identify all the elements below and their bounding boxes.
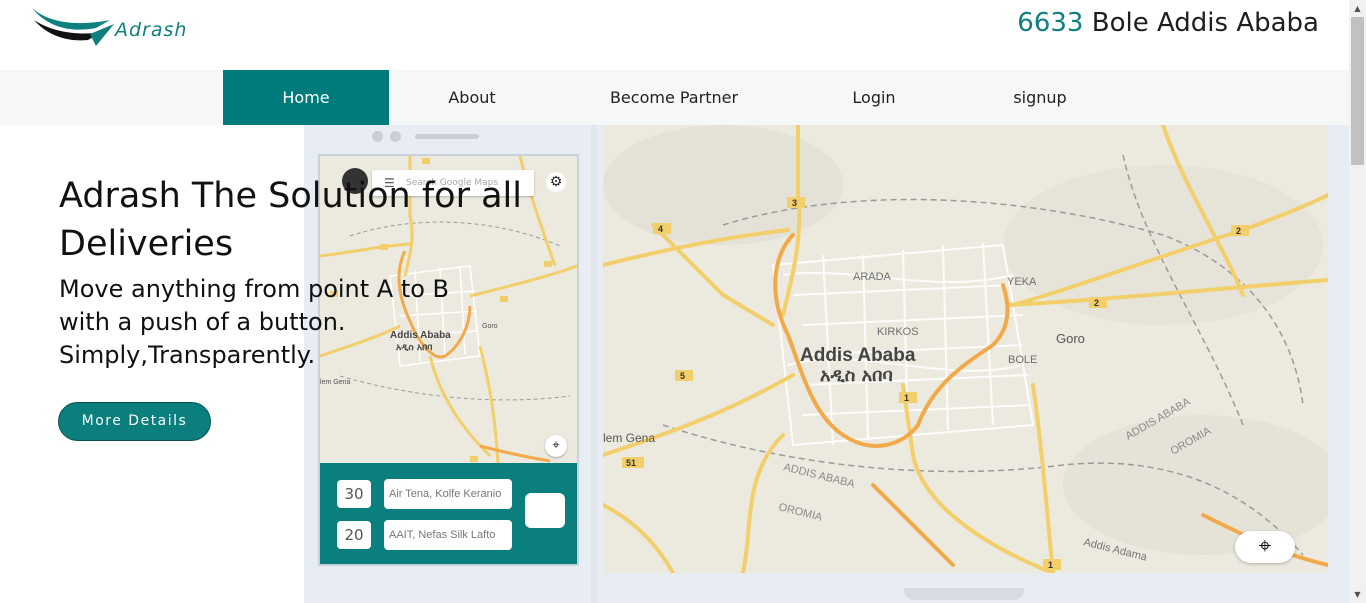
nav-about[interactable]: About — [389, 70, 555, 125]
more-details-button[interactable]: More Details — [58, 402, 211, 441]
main-navbar: Home About Become Partner Login signup — [0, 70, 1349, 125]
crosshair-icon: ⌖ — [552, 438, 560, 453]
device-speaker — [415, 134, 479, 139]
svg-text:51: 51 — [626, 458, 636, 468]
nav-home[interactable]: Home — [223, 70, 389, 125]
crosshair-icon: ⌖ — [1258, 534, 1272, 559]
address-text: Bole Addis Ababa — [1083, 8, 1319, 38]
trip-place-field[interactable]: Air Tena, Kolfe Keranio — [384, 479, 512, 509]
svg-text:3: 3 — [792, 198, 797, 208]
brand-logo[interactable]: Adrash — [30, 6, 220, 54]
svg-text:አዲስ አበባ: አዲስ አበባ — [820, 365, 893, 386]
hero-title: Adrash The Solution for all Deliveries — [59, 176, 522, 264]
trip-eta: 30 — [337, 480, 371, 508]
big-map[interactable]: ARADA YEKA KIRKOS BOLE Goro Addis Ababa … — [603, 125, 1328, 573]
map-label-yeka: YEKA — [1007, 276, 1037, 288]
hero-subtitle: Move anything from point A to B with a p… — [59, 273, 529, 372]
map-label-arada: ARADA — [853, 271, 892, 283]
phone-trip-panel: 30 Air Tena, Kolfe Keranio 20 AAIT, Nefa… — [320, 463, 577, 564]
svg-text:1: 1 — [904, 393, 909, 403]
svg-text:4: 4 — [658, 224, 663, 234]
address-number: 6633 — [1017, 8, 1084, 38]
device-camera-dot — [372, 131, 383, 142]
map-label-kirkos: KIRKOS — [877, 326, 919, 338]
page: Adrash 6633 Bole Addis Ababa Home About … — [0, 0, 1366, 603]
svg-text:2: 2 — [1236, 226, 1241, 236]
page-scrollbar[interactable]: ▲ ▼ — [1349, 0, 1366, 603]
big-map-locate-button[interactable]: ⌖ — [1235, 531, 1295, 563]
svg-text:1: 1 — [1048, 560, 1053, 570]
svg-text:lem Gena: lem Gena — [320, 379, 350, 386]
big-map-illustration: ARADA YEKA KIRKOS BOLE Goro Addis Ababa … — [603, 125, 1328, 573]
svg-text:Goro: Goro — [1056, 331, 1085, 346]
header-address: 6633 Bole Addis Ababa — [1017, 8, 1319, 38]
trip-place-field[interactable]: AAIT, Nefas Silk Lafto — [384, 520, 512, 550]
map-label-bole: BOLE — [1008, 354, 1037, 366]
svg-text:5: 5 — [680, 371, 685, 381]
svg-text:2: 2 — [1094, 298, 1099, 308]
hero-subtitle-line: Move anything from point A to B — [59, 275, 450, 303]
hero-subtitle-line: Simply,Transparently. — [59, 341, 316, 369]
scroll-up-arrow-icon[interactable]: ▲ — [1349, 0, 1366, 17]
nav-login[interactable]: Login — [791, 70, 957, 125]
trip-eta: 20 — [337, 521, 371, 549]
nav-become-partner[interactable]: Become Partner — [591, 70, 757, 125]
brand-name: Adrash — [115, 19, 188, 41]
phone-go-button[interactable] — [525, 493, 565, 528]
device-divider — [591, 125, 597, 603]
svg-text:Addis Ababa: Addis Ababa — [800, 345, 916, 366]
scroll-down-arrow-icon[interactable]: ▼ — [1349, 586, 1366, 603]
scrollbar-thumb[interactable] — [1351, 17, 1364, 165]
hero-subtitle-line: with a push of a button. — [59, 308, 346, 336]
nav-signup[interactable]: signup — [957, 70, 1123, 125]
device-home-bar — [904, 588, 1024, 600]
device-sensor-dot — [390, 131, 401, 142]
svg-text:lem Gena: lem Gena — [603, 431, 655, 445]
logo-swoosh-icon — [32, 8, 114, 46]
phone-locate-button[interactable]: ⌖ — [545, 435, 567, 457]
